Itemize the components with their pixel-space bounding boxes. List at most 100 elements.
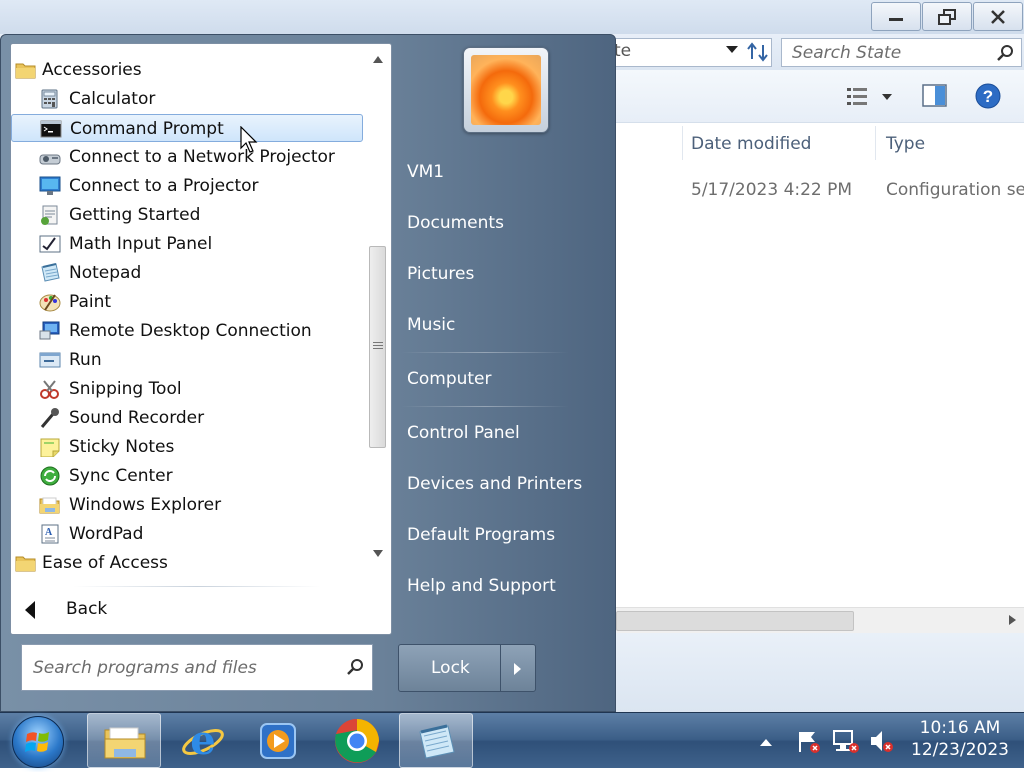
action-center-icon[interactable] [794,728,822,754]
program-item-paint[interactable]: Paint [11,288,363,316]
notepad-icon [419,724,455,759]
scroll-down-icon[interactable] [373,550,383,557]
wordpad-icon: A [41,524,59,544]
back-label: Back [66,599,108,619]
volume-muted-icon[interactable] [868,728,896,754]
help-icon[interactable]: ? [975,83,1001,109]
program-item-ease-of-access[interactable]: Ease of Access [11,549,363,577]
start-link-label: Music [407,315,456,335]
taskbar-notepad[interactable] [399,713,473,768]
program-item-wordpad[interactable]: A WordPad [11,520,363,548]
start-link-label: Default Programs [407,525,556,545]
system-clock[interactable]: 10:16 AM 12/23/2023 [904,717,1016,761]
explorer-titlebar [0,0,1024,34]
snipping-tool-icon [40,380,59,399]
column-date-modified[interactable]: Date modified [691,134,811,174]
folder-icon [104,727,146,759]
program-item-command-prompt[interactable]: Command Prompt [11,114,363,142]
restore-button[interactable] [922,2,972,31]
math-input-icon [39,235,61,253]
program-item-run[interactable]: Run [11,346,363,374]
chrome-icon [335,718,379,763]
program-item-sticky-notes[interactable]: Sticky Notes [11,433,363,461]
start-link-control-panel[interactable]: Control Panel [395,414,605,452]
sticky-notes-icon [40,438,60,457]
close-button[interactable] [973,2,1023,31]
program-item-remote-desktop-connection[interactable]: Remote Desktop Connection [11,317,363,345]
program-item-sound-recorder[interactable]: Sound Recorder [11,404,363,432]
chevron-right-icon [514,663,521,675]
address-dropdown-icon[interactable] [726,46,738,54]
taskbar-google-chrome[interactable] [321,713,395,768]
show-hidden-icons-button[interactable] [760,739,772,746]
program-item-math-input-panel[interactable]: Math Input Panel [11,230,363,258]
start-link-documents[interactable]: Documents [395,204,605,242]
start-link-label: VM1 [407,162,445,182]
horizontal-scrollbar[interactable] [616,607,1024,633]
program-item-notepad[interactable]: Notepad [11,259,363,287]
back-arrow-icon [25,601,35,619]
calculator-icon [41,89,58,109]
file-type-cell[interactable]: Configuration set [886,180,1024,200]
programs-scroll-thumb[interactable] [369,246,386,448]
search-icon [997,45,1013,61]
start-search-input[interactable]: Search programs and files [21,644,373,691]
program-item-windows-explorer[interactable]: Windows Explorer [11,491,363,519]
start-link-default-programs[interactable]: Default Programs [395,516,605,554]
lock-button[interactable]: Lock [398,644,501,692]
program-item-connect-to-a-network-projector[interactable]: Connect to a Network Projector [11,143,363,171]
program-label: Math Input Panel [69,234,213,254]
back-button[interactable]: Back [11,594,391,624]
refresh-button[interactable] [744,40,772,64]
scroll-up-icon[interactable] [373,56,383,63]
column-type[interactable]: Type [886,134,925,174]
start-link-help-and-support[interactable]: Help and Support [395,567,605,605]
pane-separator [73,586,321,587]
file-date-cell[interactable]: 5/17/2023 4:22 PM [691,180,852,200]
view-options-icon[interactable] [846,86,870,108]
start-link-devices-and-printers[interactable]: Devices and Printers [395,465,605,503]
program-item-calculator[interactable]: Calculator [11,85,363,113]
paint-icon [39,294,61,312]
shutdown-options-button[interactable] [500,644,536,692]
notepad-icon [41,263,60,282]
program-item-connect-to-a-projector[interactable]: Connect to a Projector [11,172,363,200]
start-link-music[interactable]: Music [395,306,605,344]
program-item-getting-started[interactable]: Getting Started [11,201,363,229]
user-avatar[interactable] [463,47,549,133]
network-icon[interactable] [832,728,860,754]
start-link-computer[interactable]: Computer [395,360,605,398]
program-item-snipping-tool[interactable]: Snipping Tool [11,375,363,403]
program-label: Run [69,350,102,370]
getting-started-icon [41,205,58,225]
network-projector-icon [39,154,61,165]
view-dropdown-icon[interactable] [882,94,892,100]
horizontal-scroll-thumb[interactable] [616,611,854,631]
start-link-pictures[interactable]: Pictures [395,255,605,293]
program-label: Command Prompt [70,119,224,139]
taskbar-windows-explorer[interactable] [87,713,161,768]
program-label: Sticky Notes [69,437,175,457]
folder-icon [15,63,36,79]
taskbar-internet-explorer[interactable]: e [166,713,240,768]
start-button[interactable] [12,716,64,768]
minimize-button[interactable] [871,2,921,31]
clock-time: 10:16 AM [919,718,1001,738]
search-icon [347,659,363,675]
minimize-icon [889,17,903,21]
programs-scrollbar[interactable] [367,44,389,572]
explorer-search-input[interactable]: Search State [781,38,1022,67]
taskbar-windows-media-player[interactable] [241,713,315,768]
program-item-sync-center[interactable]: Sync Center [11,462,363,490]
svg-text:A: A [45,527,53,538]
scroll-right-icon[interactable] [1009,615,1016,625]
preview-pane-icon[interactable] [922,84,948,108]
remote-desktop-icon [39,321,60,340]
mouse-cursor-icon [240,126,258,153]
program-item-accessories[interactable]: Accessories [11,56,363,84]
start-link-vm1[interactable]: VM1 [395,153,605,191]
program-label: WordPad [69,524,144,544]
lock-label: Lock [431,658,470,678]
program-label: Connect to a Network Projector [69,147,335,167]
right-pane-separator [401,352,569,353]
